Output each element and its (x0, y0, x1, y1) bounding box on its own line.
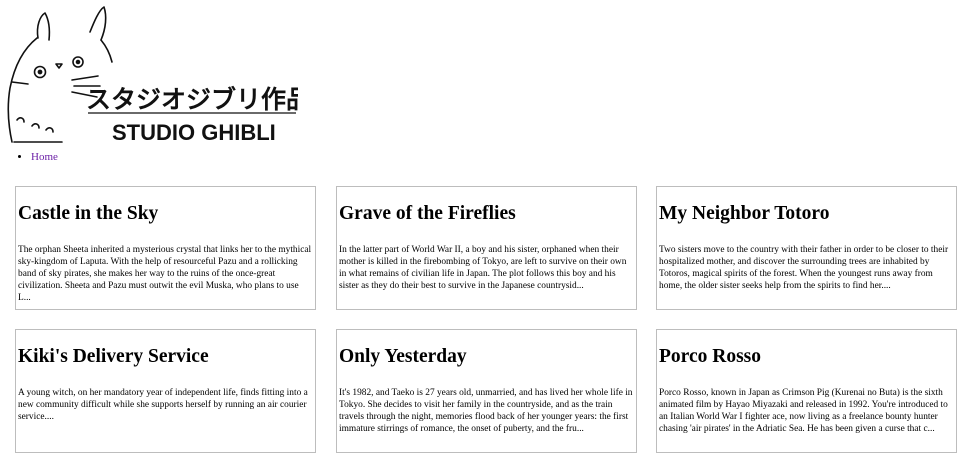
film-card-grave-of-the-fireflies[interactable]: Grave of the Fireflies In the latter par… (336, 186, 637, 310)
logo-japanese-text: スタジオジブリ作品 (86, 85, 298, 114)
nav-item-home: Home (31, 151, 58, 163)
film-title: Only Yesterday (339, 346, 467, 367)
film-card-castle-in-the-sky[interactable]: Castle in the Sky The orphan Sheeta inhe… (15, 186, 316, 310)
film-title: Kiki's Delivery Service (18, 346, 209, 367)
film-description: Porco Rosso, known in Japan as Crimson P… (659, 388, 948, 435)
logo-english-text: STUDIO GHIBLI (112, 120, 276, 145)
film-card-porco-rosso[interactable]: Porco Rosso Porco Rosso, known in Japan … (656, 329, 957, 453)
home-link[interactable]: Home (31, 151, 58, 163)
totoro-logo-icon: スタジオジブリ作品 STUDIO GHIBLI (7, 6, 298, 145)
main-nav: Home (13, 151, 58, 163)
film-card-kikis-delivery-service[interactable]: Kiki's Delivery Service A young witch, o… (15, 329, 316, 453)
film-description: In the latter part of World War II, a bo… (339, 245, 627, 292)
film-title: My Neighbor Totoro (659, 203, 830, 224)
studio-ghibli-logo: スタジオジブリ作品 STUDIO GHIBLI (2, 2, 298, 145)
film-description: A young witch, on her mandatory year of … (18, 388, 308, 423)
film-description: It's 1982, and Taeko is 27 years old, un… (339, 388, 633, 435)
film-card-only-yesterday[interactable]: Only Yesterday It's 1982, and Taeko is 2… (336, 329, 637, 453)
film-title: Castle in the Sky (18, 203, 159, 224)
film-title: Grave of the Fireflies (339, 203, 516, 224)
film-description: The orphan Sheeta inherited a mysterious… (18, 245, 312, 304)
film-card-my-neighbor-totoro[interactable]: My Neighbor Totoro Two sisters move to t… (656, 186, 957, 310)
film-title: Porco Rosso (659, 346, 762, 367)
film-description: Two sisters move to the country with the… (659, 245, 949, 292)
